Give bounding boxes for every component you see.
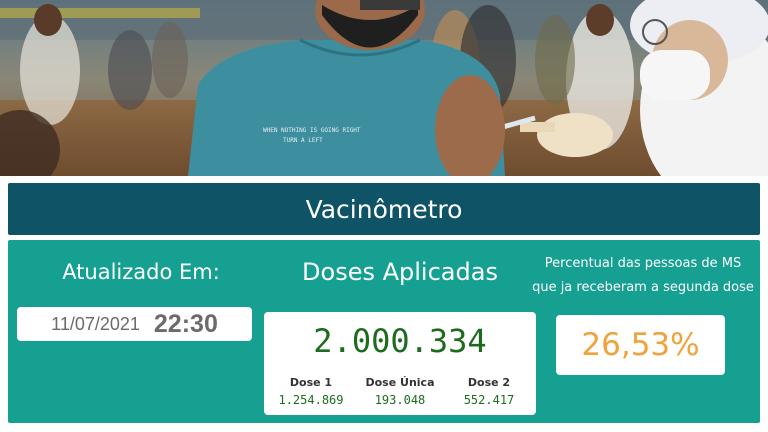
page-title: Vacinômetro [305,194,463,224]
dose-2-column: Dose 2 552.417 [444,376,534,407]
dose-1-value: 1.254.869 [278,393,344,407]
dose-1-label: Dose 1 [289,376,333,389]
doses-box: 2.000.334 Dose 1 1.254.869 Dose Única 19… [264,312,536,415]
percent-label-line2: que ja receberam a segunda dose [532,280,754,295]
shirt-text-line1: WHEN NOTHING IS GOING RIGHT [263,127,361,134]
stats-panel: Atualizado Em: 11/07/2021 22:30 Doses Ap… [8,240,760,423]
title-bar: Vacinômetro [8,183,760,235]
updated-label: Atualizado Em: [62,260,220,284]
hero-photo: WHEN NOTHING IS GOING RIGHT TURN A LEFT [0,0,768,176]
percent-label: Percentual das pessoas de MS que ja rece… [526,252,760,300]
updated-time: 22:30 [153,309,218,338]
vaccination-photo: WHEN NOTHING IS GOING RIGHT TURN A LEFT [0,0,768,176]
updated-date: 11/07/2021 [51,313,140,334]
percent-value: 26,53% [581,327,700,363]
shirt-text-line2: TURN A LEFT [283,137,323,144]
percent-box: 26,53% [556,315,725,375]
dose-unica-label: Dose Única [365,376,435,389]
percent-label-line1: Percentual das pessoas de MS [544,256,742,271]
dose-1-column: Dose 1 1.254.869 [266,376,356,407]
doses-total: 2.000.334 [313,322,487,360]
updated-box: 11/07/2021 22:30 [17,307,252,341]
dose-unica-value: 193.048 [374,393,426,407]
doses-label: Doses Aplicadas [302,258,498,286]
dose-2-value: 552.417 [463,393,515,407]
dose-2-label: Dose 2 [467,376,511,389]
dose-unica-column: Dose Única 193.048 [355,376,445,407]
